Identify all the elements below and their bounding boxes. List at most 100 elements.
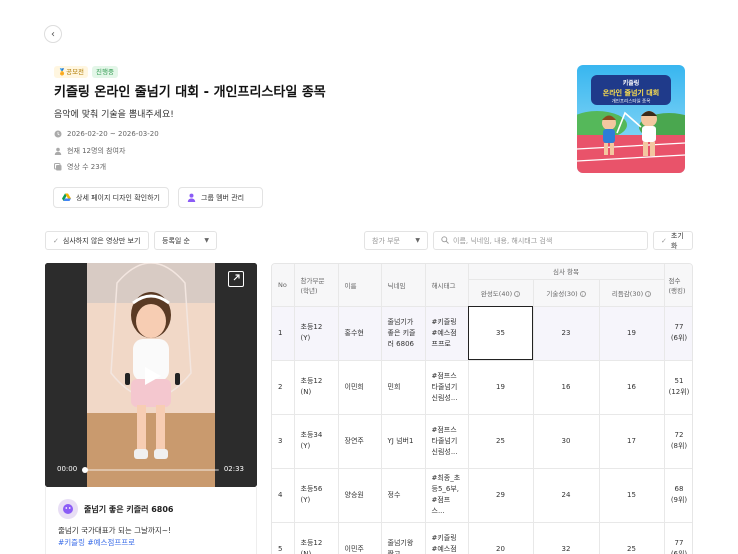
score-input-technique[interactable]: 16 — [533, 360, 600, 415]
group-member-button[interactable]: 그룹 멤버 관리 — [178, 187, 263, 208]
score-input-technique[interactable]: 32 — [533, 522, 600, 554]
cell-hashtag: #점프스 타줄넘기 신림성... — [425, 360, 469, 415]
contest-thumbnail: 키즐링 온라인 줄넘기 대회 개인프리스타일 종목 — [577, 65, 685, 173]
page-title: 키즐링 온라인 줄넘기 대회 - 개인프리스타일 종목 — [54, 85, 326, 100]
info-icon[interactable]: i — [645, 290, 652, 297]
video-description: 줄넘기 국가대표가 되는 그날까지~! — [58, 526, 172, 535]
cell-total-score: 51 (12위) — [664, 360, 692, 415]
cell-total-score: 77 (6위) — [664, 306, 692, 361]
duration: 02:33 — [223, 465, 244, 473]
cell-no: 5 — [272, 522, 295, 554]
cell-name: 양승원 — [338, 468, 382, 523]
participants-text: 현재 12명의 참여자 — [67, 147, 126, 155]
video-count-text: 영상 수 23개 — [67, 163, 107, 171]
reset-button[interactable]: ✓ 초기화 — [653, 231, 693, 250]
sort-label: 등록일 순 — [162, 236, 190, 245]
cell-hashtag: #키즐링#예스점... — [425, 522, 469, 554]
thumbnail-line1: 키즐링 — [623, 79, 640, 87]
current-time: 00:00 — [57, 465, 78, 473]
sort-select[interactable]: 등록일 순 ▼ — [154, 231, 217, 250]
unviewed-only-label: 심사하지 않은 영상만 보기 — [62, 236, 141, 245]
score-input-completeness[interactable]: 29 — [468, 468, 534, 523]
table-row[interactable]: 3 초등34 (Y) 장연주 YJ 넘버1 #점프스 타줄넘기 신림성... 25 30 17 72(… — [272, 414, 692, 469]
cell-no: 2 — [272, 360, 295, 415]
expand-icon[interactable] — [228, 271, 244, 287]
info-icon[interactable]: i — [514, 290, 521, 297]
col-category: 참가부문 (학년) — [294, 264, 339, 307]
chevron-left-icon: ‹ — [51, 28, 55, 40]
col-name: 이름 — [338, 264, 382, 307]
design-check-button[interactable]: 상세 페이지 디자인 확인하기 — [53, 187, 169, 208]
cell-category: 초등12 (Y) — [294, 306, 339, 361]
caret-down-icon: ▼ — [415, 237, 420, 244]
cell-name: 이민희 — [338, 360, 382, 415]
search-input[interactable]: 이름, 닉네임, 내용, 해시태그 검색 — [433, 231, 648, 250]
score-input-rhythm[interactable]: 16 — [599, 360, 665, 415]
status-badge: 진행중 — [92, 66, 118, 78]
period-text: 2026-02-20 ~ 2026-03-20 — [67, 130, 159, 138]
cell-total-score: 68 (9위) — [664, 468, 692, 523]
character-icon — [63, 504, 73, 514]
score-input-rhythm[interactable]: 25 — [599, 522, 665, 554]
table-row[interactable]: 5초등12(N)이민주줄넘기왕짱고#키즐링#예스점...20322577(6위) — [272, 522, 692, 554]
thumbnail-line2: 온라인 줄넘기 대회 — [603, 88, 659, 97]
score-input-rhythm[interactable]: 17 — [599, 414, 665, 469]
score-input-rhythm[interactable]: 19 — [599, 306, 665, 361]
unviewed-only-filter[interactable]: ✓ 심사하지 않은 영상만 보기 — [45, 231, 149, 250]
score-input-rhythm[interactable]: 15 — [599, 468, 665, 523]
search-placeholder: 이름, 닉네임, 내용, 해시태그 검색 — [453, 236, 553, 245]
video-library-icon — [54, 163, 62, 171]
table-row[interactable]: 2 초등12 (N) 이민희 민희 #점프스 타줄넘기 신림성... 19 16 16 51 (12위) — [272, 360, 692, 415]
info-icon[interactable]: i — [579, 290, 586, 297]
cell-name: 이민주 — [338, 522, 382, 554]
uploader-name: 줄넘기 좋은 키즐러 6806 — [84, 505, 174, 514]
video-player[interactable]: 00:00 02:33 — [45, 263, 257, 487]
cell-name: 장연주 — [338, 414, 382, 469]
col-criterion-completeness: 완성도(40) i — [468, 279, 534, 307]
cell-total-score: 77 (6위) — [664, 522, 692, 554]
cell-category: 초등56 (Y) — [294, 468, 339, 523]
person-icon — [54, 147, 62, 155]
score-input-technique[interactable]: 23 — [533, 306, 600, 361]
score-input-completeness[interactable]: 19 — [468, 360, 534, 415]
score-input-completeness[interactable]: 20 — [468, 522, 534, 554]
score-input-completeness[interactable]: 35 — [468, 306, 534, 361]
table-row[interactable]: 4 초등56 (Y) 양승원 정수 #최종_초 등5_6부, #점프스... 29 24 15 68(… — [272, 468, 692, 523]
page: ‹ 🏅공모전 진행중 키즐링 온라인 줄넘기 대회 - 개인프리스타일 종목 음… — [0, 0, 738, 554]
cell-hashtag: #키즐링 #예스점 프프로 — [425, 306, 469, 361]
judging-table: No 참가부문 (학년) 이름 닉네임 해시태그 심사 항목 점수 (랭킹) 완성도… — [271, 263, 693, 554]
col-score: 점수 (랭킹) — [664, 264, 692, 307]
back-button[interactable]: ‹ — [44, 25, 62, 43]
cell-hashtag: #최종_초 등5_6부, #점프스... — [425, 468, 469, 523]
category-select[interactable]: 참가 부문 ▼ — [364, 231, 428, 250]
table-row[interactable]: 1 초등12 (Y) 홍수현 줄넘기가 좋은 키즐 러 6806 #키즐링 #예스점 프프로 35 2… — [272, 306, 692, 361]
group-icon — [187, 193, 196, 202]
col-criterion-rhythm: 리듬감(30) i — [599, 279, 665, 307]
col-no: No — [272, 264, 295, 307]
score-input-technique[interactable]: 24 — [533, 468, 600, 523]
progress-knob[interactable] — [82, 467, 88, 473]
cell-nickname: 정수 — [381, 468, 426, 523]
check-icon: ✓ — [53, 236, 59, 245]
cell-no: 3 — [272, 414, 295, 469]
cell-nickname: 줄넘기왕 짱고 — [381, 522, 426, 554]
page-subtitle: 음악에 맞춰 기술을 뽐내주세요! — [54, 110, 174, 120]
badge-group: 🏅공모전 진행중 — [54, 66, 118, 78]
thumbnail-line3: 개인프리스타일 종목 — [612, 98, 651, 105]
progress-bar[interactable] — [82, 467, 219, 473]
check-icon: ✓ — [661, 236, 667, 245]
clock-icon — [54, 130, 62, 138]
cell-hashtag: #점프스 타줄넘기 신림성... — [425, 414, 469, 469]
caret-down-icon: ▼ — [204, 237, 209, 244]
meta-videos: 영상 수 23개 — [54, 162, 106, 172]
col-criterion-technique: 기술성(30) i — [533, 279, 600, 307]
category-label: 참가 부문 — [372, 236, 400, 245]
col-hashtag: 해시태그 — [425, 264, 469, 307]
score-input-completeness[interactable]: 25 — [468, 414, 534, 469]
contest-badge: 🏅공모전 — [54, 66, 89, 78]
cell-nickname: YJ 넘버1 — [381, 414, 426, 469]
video-hashtags[interactable]: #키즐링 #예스점프프로 — [58, 537, 135, 548]
score-input-technique[interactable]: 30 — [533, 414, 600, 469]
video-info-card: 줄넘기 좋은 키즐러 6806 줄넘기 국가대표가 되는 그날까지~! #키즐링… — [45, 487, 257, 554]
cell-name: 홍수현 — [338, 306, 382, 361]
